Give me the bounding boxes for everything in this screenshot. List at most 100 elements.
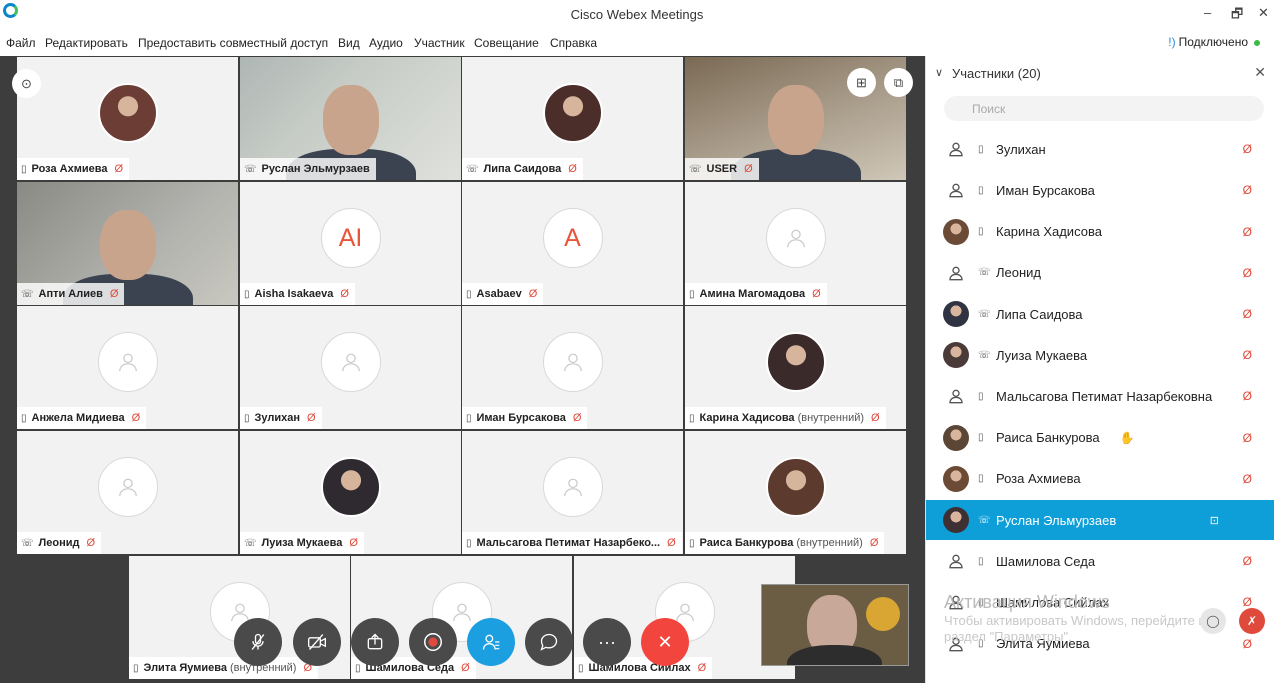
mic-muted-icon[interactable] bbox=[234, 618, 282, 666]
participant-name: Мальсагова Петимат Назарбековна bbox=[996, 388, 1213, 404]
more-icon[interactable]: ··· bbox=[583, 618, 631, 666]
device-icon: ▯ bbox=[133, 662, 139, 674]
mic-muted-icon[interactable]: Ø bbox=[1243, 266, 1252, 280]
participant-name: Мальсагова Петимат Назарбеко... bbox=[476, 537, 661, 549]
participant-role: (внутренний) bbox=[797, 412, 865, 424]
popout-icon[interactable]: ⧉ bbox=[884, 68, 913, 97]
mic-muted-icon: Ø bbox=[568, 163, 577, 175]
headset-icon: ☏ bbox=[978, 267, 991, 279]
participant-name: Липа Саидова bbox=[996, 306, 1083, 322]
video-tile[interactable]: ▯ Раиса Банкурова (внутренний) Ø bbox=[685, 431, 906, 554]
device-icon: ▯ bbox=[978, 638, 984, 650]
video-off-icon[interactable] bbox=[293, 618, 341, 666]
participant-row[interactable]: ☏ Липа Саидова Ø bbox=[926, 294, 1274, 334]
mic-muted-icon[interactable]: Ø bbox=[1243, 389, 1252, 403]
video-tile[interactable]: ☏ Руслан Эльмурзаев bbox=[240, 57, 461, 180]
participant-name: Леонид bbox=[38, 537, 80, 549]
participant-name: Амина Магомадова bbox=[699, 288, 806, 300]
mic-muted-icon[interactable]: Ø bbox=[1243, 307, 1252, 321]
participant-row[interactable]: ▯ Карина Хадисова Ø bbox=[926, 212, 1274, 252]
window-title: Cisco Webex Meetings bbox=[570, 7, 704, 22]
participant-name: USER bbox=[706, 163, 738, 175]
mic-muted-icon[interactable]: Ø bbox=[1243, 472, 1252, 486]
participant-name: Шамилова Седа bbox=[996, 553, 1096, 569]
mic-muted-icon[interactable]: Ø bbox=[1243, 431, 1252, 445]
default-avatar-icon bbox=[765, 208, 826, 268]
mic-muted-icon[interactable]: Ø bbox=[1243, 637, 1252, 651]
share-icon[interactable] bbox=[351, 618, 399, 666]
participant-name: Руслан Эльмурзаев bbox=[996, 512, 1117, 528]
menu-share[interactable]: Предоставить совместный доступ bbox=[138, 36, 328, 50]
video-tile[interactable]: ☏ Липа Саидова Ø bbox=[462, 57, 683, 180]
video-tile[interactable]: ▯ Карина Хадисова (внутренний) Ø bbox=[685, 306, 906, 429]
video-tile[interactable]: ☏ Апти Алиев Ø bbox=[17, 182, 238, 305]
mic-muted-icon: Ø bbox=[349, 537, 358, 549]
participant-row[interactable]: ▯ Раиса Банкурова ✋ Ø bbox=[926, 418, 1274, 458]
menu-edit[interactable]: Редактировать bbox=[45, 36, 128, 50]
self-view-video[interactable] bbox=[761, 584, 909, 666]
video-tile[interactable]: ☏ Леонид Ø bbox=[17, 431, 238, 554]
minimize-button[interactable]: – bbox=[1204, 5, 1211, 20]
device-icon: ▯ bbox=[978, 390, 984, 402]
mic-muted-icon[interactable]: Ø bbox=[1243, 225, 1252, 239]
video-tile[interactable]: ▯ Анжела Мидиева Ø bbox=[17, 306, 238, 429]
default-avatar-icon bbox=[943, 383, 969, 409]
maximize-button[interactable]: 🗗 bbox=[1231, 5, 1243, 27]
grid-layout-icon[interactable]: ⊞ bbox=[847, 68, 876, 97]
participant-name: Иман Бурсакова bbox=[996, 182, 1095, 198]
video-tile[interactable]: ▯ Иман Бурсакова Ø bbox=[462, 306, 683, 429]
participant-name: Роза Ахмиева bbox=[996, 471, 1081, 487]
default-avatar-icon bbox=[943, 260, 969, 286]
panel-mic-muted-icon[interactable]: ✗ bbox=[1239, 608, 1265, 634]
participant-name-label: ☏ Луиза Мукаева Ø bbox=[240, 532, 364, 554]
participant-row[interactable]: ☏ Леонид Ø bbox=[926, 253, 1274, 293]
mic-muted-icon[interactable]: Ø bbox=[1243, 348, 1252, 362]
participant-name-label: ▯ Роза Ахмиева Ø bbox=[17, 158, 130, 180]
participant-row[interactable]: ▯ Иман Бурсакова Ø bbox=[926, 170, 1274, 210]
participant-row[interactable]: ☏ Луиза Мукаева Ø bbox=[926, 335, 1274, 375]
avatar-initials: A bbox=[542, 208, 603, 268]
video-tile[interactable]: ☏ Луиза Мукаева Ø bbox=[240, 431, 461, 554]
chat-icon[interactable] bbox=[525, 618, 573, 666]
device-icon: ▯ bbox=[355, 662, 361, 674]
mic-muted-icon[interactable]: Ø bbox=[1243, 554, 1252, 568]
video-tile[interactable]: ▯ Мальсагова Петимат Назарбеко... Ø bbox=[462, 431, 683, 554]
menu-meeting[interactable]: Совещание bbox=[474, 36, 539, 50]
participant-row[interactable]: ☏ Руслан Эльмурзаев ⊡ bbox=[926, 500, 1274, 540]
video-tile[interactable]: A ▯ Asabaev Ø bbox=[462, 182, 683, 305]
participant-name: Элита Яумиева bbox=[143, 662, 228, 674]
end-call-icon[interactable]: ✕ bbox=[641, 618, 689, 666]
video-tile[interactable]: ▯ Зулихан Ø bbox=[240, 306, 461, 429]
panel-chat-icon[interactable]: ◯ bbox=[1200, 608, 1226, 634]
info-icon[interactable]: ⊙ bbox=[12, 69, 41, 98]
default-avatar-icon bbox=[97, 332, 158, 392]
device-icon: ▯ bbox=[978, 555, 984, 567]
participant-name-label: ☏ Руслан Эльмурзаев bbox=[240, 158, 376, 180]
record-icon[interactable] bbox=[409, 618, 457, 666]
close-button[interactable]: ✕ bbox=[1258, 5, 1269, 21]
menu-file[interactable]: Файл bbox=[6, 36, 36, 50]
participant-row[interactable]: ▯ Мальсагова Петимат Назарбековна Ø bbox=[926, 376, 1274, 416]
mic-muted-icon[interactable]: Ø bbox=[1243, 142, 1252, 156]
search-input[interactable] bbox=[944, 96, 1264, 121]
video-tile[interactable]: ▯ Амина Магомадова Ø bbox=[685, 182, 906, 305]
participant-row[interactable]: ▯ Шамилова Седа Ø bbox=[926, 541, 1274, 581]
chevron-down-icon[interactable]: ∨ bbox=[935, 66, 943, 79]
video-tile[interactable]: ▯ Роза Ахмиева Ø bbox=[17, 57, 238, 180]
device-icon: ▯ bbox=[978, 226, 984, 238]
video-tile[interactable]: AI ▯ Aisha Isakaeva Ø bbox=[240, 182, 461, 305]
menu-help[interactable]: Справка bbox=[550, 36, 597, 50]
mic-muted-icon[interactable]: Ø bbox=[1243, 183, 1252, 197]
headset-icon: ☏ bbox=[978, 308, 991, 320]
participants-icon[interactable] bbox=[467, 618, 515, 666]
panel-close-icon[interactable]: ✕ bbox=[1254, 64, 1266, 81]
default-avatar-icon bbox=[943, 589, 969, 615]
menu-audio[interactable]: Аудио bbox=[369, 36, 403, 50]
participant-row[interactable]: ▯ Роза Ахмиева Ø bbox=[926, 459, 1274, 499]
menu-view[interactable]: Вид bbox=[338, 36, 360, 50]
participant-row[interactable]: ▯ Зулихан Ø bbox=[926, 129, 1274, 169]
headset-icon: ☏ bbox=[466, 163, 479, 175]
device-icon: ▯ bbox=[978, 432, 984, 444]
participant-name-label: ▯ Иман Бурсакова Ø bbox=[462, 407, 588, 429]
menu-participant[interactable]: Участник bbox=[414, 36, 465, 50]
